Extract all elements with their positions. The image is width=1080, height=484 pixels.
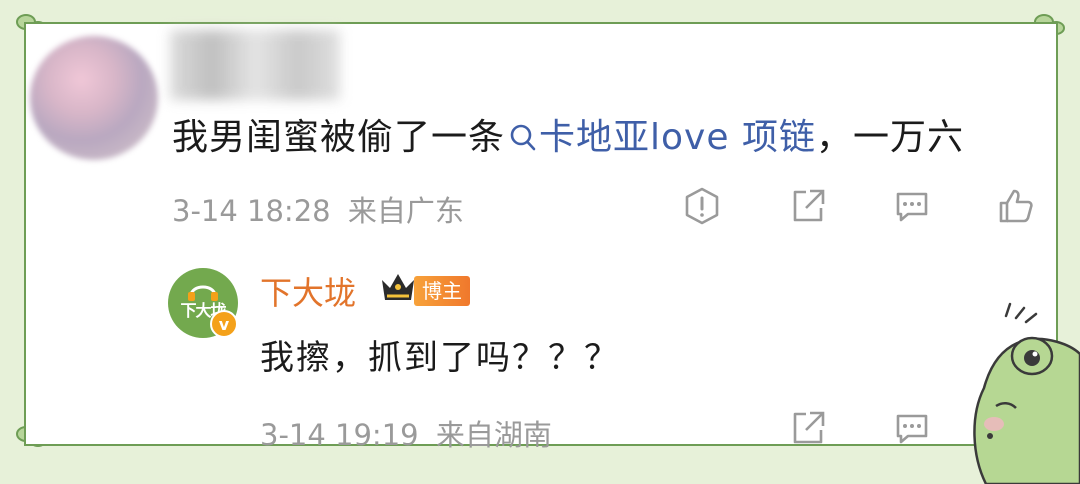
search-icon xyxy=(510,124,536,151)
comment-meta: 3-14 18:28 来自广东 xyxy=(172,188,464,230)
report-button[interactable] xyxy=(682,186,722,226)
reply-author[interactable]: 下大垅 xyxy=(260,268,356,314)
share-icon xyxy=(793,411,825,444)
username-blurred[interactable] xyxy=(170,30,340,100)
comment-button[interactable] xyxy=(892,186,932,226)
share-icon xyxy=(793,189,825,222)
search-link[interactable]: 卡地亚love 项链 xyxy=(505,117,816,158)
like-icon xyxy=(999,189,1033,223)
comment-icon xyxy=(896,192,928,222)
share-button[interactable] xyxy=(788,186,828,226)
comment-text-before: 我男闺蜜被偷了一条 xyxy=(172,117,506,158)
reply-location: 来自湖南 xyxy=(435,418,552,452)
reply-meta: 3-14 19:19 来自湖南 xyxy=(260,412,552,454)
comment-time: 3-14 18:28 xyxy=(172,194,331,228)
reply-share-button[interactable] xyxy=(788,408,828,448)
reply-time: 3-14 19:19 xyxy=(260,418,419,452)
comment-location: 来自广东 xyxy=(347,194,464,228)
avatar-blurred[interactable] xyxy=(30,36,158,160)
comment-icon xyxy=(896,414,928,444)
comment-text: 我男闺蜜被偷了一条 卡地亚love 项链，一万六 xyxy=(172,108,964,160)
report-icon xyxy=(685,187,719,225)
crown-icon xyxy=(382,274,414,300)
frog-sticker xyxy=(973,302,1080,484)
reply-text: 我擦，抓到了吗？？？ xyxy=(260,338,620,378)
verified-badge: v xyxy=(210,310,238,338)
blogger-badge: 博主 xyxy=(414,276,470,306)
comment-text-after: ，一万六 xyxy=(815,117,964,158)
like-button[interactable] xyxy=(996,186,1036,226)
search-link-text[interactable]: 卡地亚love 项链 xyxy=(539,117,816,158)
reply-comment-button[interactable] xyxy=(892,408,932,448)
